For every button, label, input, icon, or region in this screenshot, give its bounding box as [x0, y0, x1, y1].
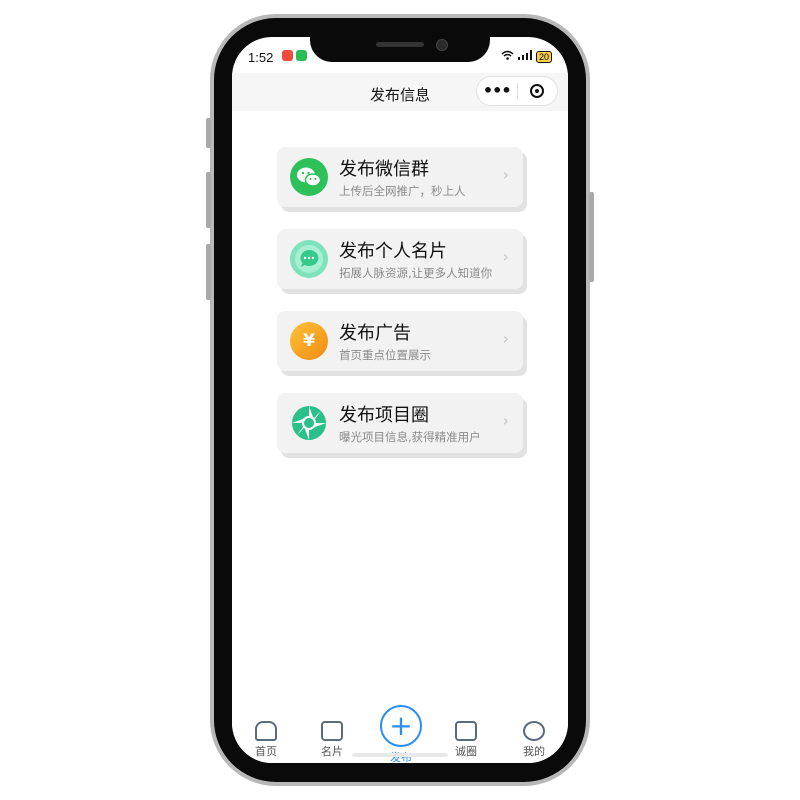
publish-project-circle-card[interactable]: 发布项目圈 曝光项目信息,获得精准用户 › [277, 393, 523, 453]
tab-label: 名片 [321, 745, 343, 758]
mute-switch [206, 244, 211, 300]
plus-icon: + [389, 709, 413, 742]
status-notification-icons [282, 50, 307, 61]
profile-icon [523, 721, 545, 741]
volume-up-button [206, 118, 211, 148]
signal-icon [517, 50, 532, 63]
edit-icon [321, 721, 343, 741]
tab-label: 诚圈 [455, 745, 477, 758]
volume-down-button [206, 172, 211, 228]
nav-bar: 发布信息 ••• [232, 73, 568, 111]
tab-label: 我的 [523, 745, 545, 758]
card-title: 发布微信群 [339, 159, 429, 180]
tab-mine[interactable]: 我的 [514, 721, 554, 759]
publish-plus-button[interactable]: + [380, 705, 422, 747]
tab-circle[interactable]: 诚圈 [446, 721, 486, 759]
publish-ad-card[interactable]: ¥ 发布广告 首页重点位置展示 › [277, 311, 523, 371]
chevron-right-icon: › [502, 165, 509, 184]
front-camera [436, 39, 448, 51]
yuan-icon: ¥ [290, 322, 328, 360]
chevron-right-icon: › [502, 329, 509, 348]
bottom-tab-bar: 首页 名片 + 发布 诚圈 我的 [232, 705, 568, 763]
miniprogram-capsule: ••• [476, 76, 558, 106]
chevron-right-icon: › [502, 247, 509, 266]
wechat-icon [290, 158, 328, 196]
home-icon [255, 721, 277, 741]
card-subtitle: 首页重点位置展示 [339, 348, 431, 362]
status-right-icons: 20 [501, 50, 552, 63]
publish-wechat-group-card[interactable]: 发布微信群 上传后全网推广，秒上人 › [277, 147, 523, 207]
tab-card[interactable]: 名片 [312, 721, 352, 759]
notification-red-icon [282, 50, 293, 61]
status-time: 1:52 [248, 50, 274, 65]
chat-bubble-icon [290, 240, 328, 278]
card-subtitle: 曝光项目信息,获得精准用户 [339, 430, 481, 444]
battery-icon: 20 [535, 50, 552, 63]
publish-personal-card-card[interactable]: 发布个人名片 拓展人脉资源,让更多人知道你 › [277, 229, 523, 289]
target-circle-icon [530, 84, 545, 98]
card-subtitle: 拓展人脉资源,让更多人知道你 [339, 266, 493, 280]
chevron-right-icon: › [502, 411, 509, 430]
tab-label: 首页 [255, 745, 277, 758]
aperture-icon [290, 404, 328, 442]
more-dots-icon[interactable]: ••• [477, 77, 517, 105]
power-button [589, 192, 594, 282]
screen: 1:52 20 发布信息 ••• 发布微信群 上传后全网推广，秒上人 › 发布个… [232, 37, 568, 763]
speaker [376, 42, 424, 47]
wifi-icon [501, 50, 514, 63]
tab-home[interactable]: 首页 [246, 721, 286, 759]
wallet-icon [455, 721, 477, 741]
card-title: 发布广告 [339, 323, 411, 344]
card-subtitle: 上传后全网推广，秒上人 [339, 184, 466, 198]
notification-wechat-icon [296, 50, 307, 61]
card-title: 发布项目圈 [339, 405, 429, 426]
card-title: 发布个人名片 [339, 241, 447, 262]
home-indicator [352, 753, 448, 757]
close-miniprogram-button[interactable] [517, 84, 557, 98]
